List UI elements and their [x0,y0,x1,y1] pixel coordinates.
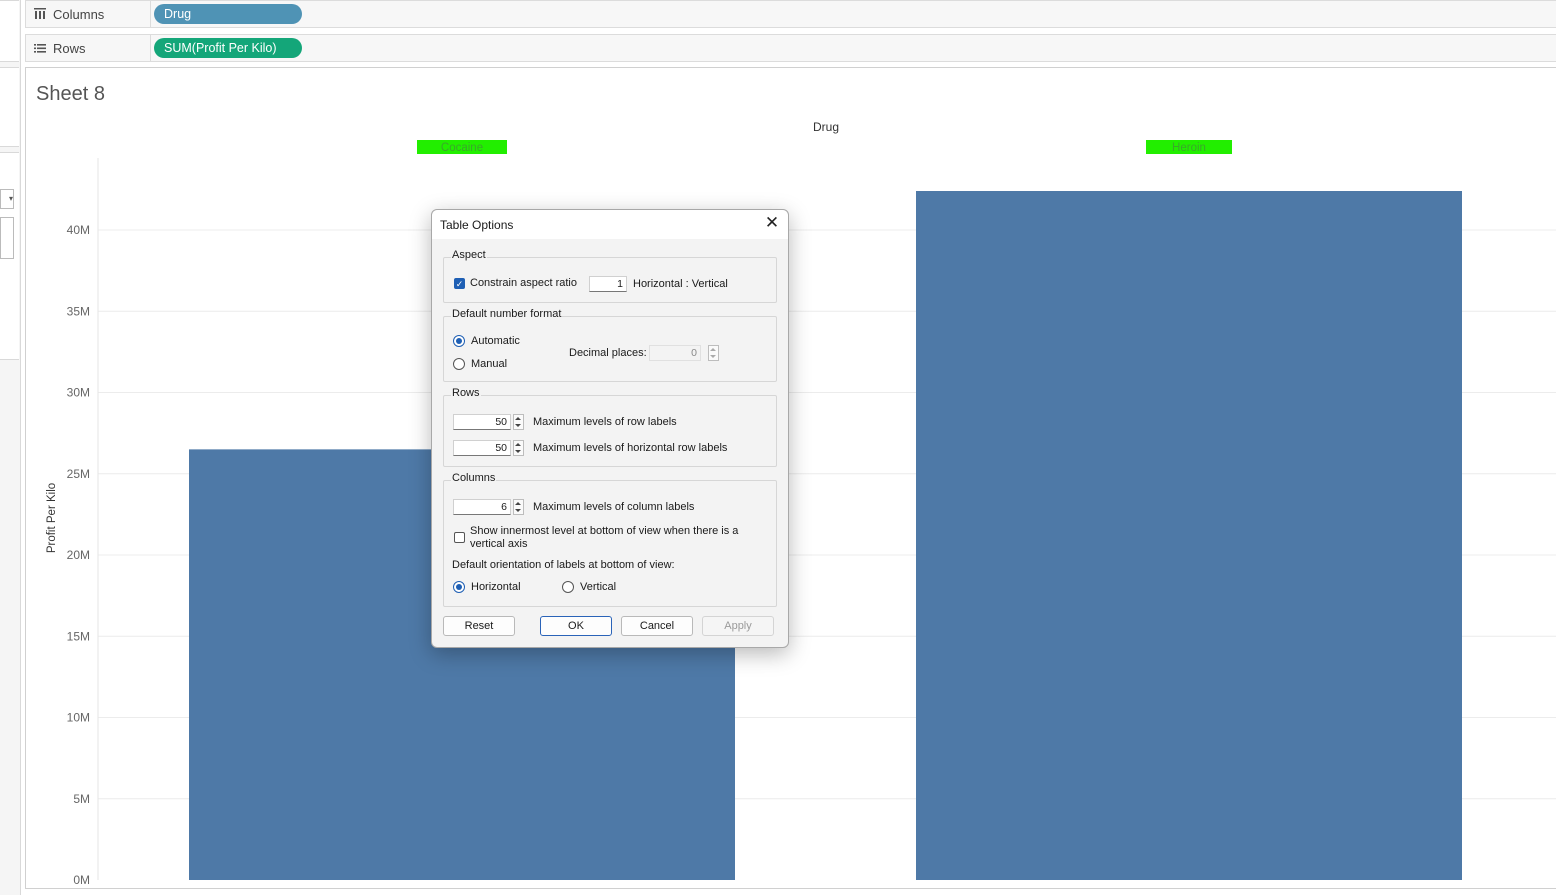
horizontal-row-labels-label: Maximum levels of horizontal row labels [533,442,728,454]
dialog-title: Table Options [440,218,514,232]
horizontal-radio[interactable] [453,581,465,593]
cancel-button[interactable]: Cancel [621,616,693,636]
vertical-radio[interactable] [562,581,574,593]
row-labels-label: Maximum levels of row labels [533,416,677,428]
aspect-group-title: Aspect [451,249,487,261]
rows-group: Rows 50 Maximum levels of row labels 50 … [443,387,777,467]
y-tick-label: 20M [67,548,90,562]
decimal-places-label: Decimal places: [569,347,647,359]
column-labels-spinner[interactable] [513,499,524,515]
manual-label: Manual [471,358,508,370]
reset-button[interactable]: Reset [443,616,515,636]
y-tick-label: 5M [73,792,90,806]
aspect-ratio-input[interactable]: 1 [589,276,627,292]
apply-button[interactable]: Apply [702,616,774,636]
aspect-ratio-label: Horizontal : Vertical [633,278,728,290]
y-tick-label: 0M [73,873,90,887]
show-innermost-label-line1: Show innermost level at bottom of view w… [470,525,739,537]
row-labels-input[interactable]: 50 [453,414,511,430]
aspect-group: Aspect ✓ Constrain aspect ratio 1 Horizo… [443,249,777,303]
column-labels-input[interactable]: 6 [453,499,511,515]
number-format-group: Default number format Automatic Manual D… [443,308,777,382]
vertical-label: Vertical [580,581,617,593]
manual-radio[interactable] [453,358,465,370]
y-tick-label: 15M [67,629,90,643]
show-innermost-label-line2: vertical axis [470,538,528,550]
orientation-label: Default orientation of labels at bottom … [452,559,675,571]
column-header-title: Drug [813,120,839,134]
decimal-places-spinner[interactable] [708,345,719,361]
y-axis-label: Profit Per Kilo [46,483,58,553]
column-header-label[interactable]: Heroin [1172,142,1206,154]
columns-group-title: Columns [451,472,497,484]
automatic-label: Automatic [471,335,520,347]
constrain-aspect-checkbox[interactable]: ✓ [454,278,465,289]
close-icon[interactable]: ✕ [764,214,780,231]
decimal-places-input[interactable]: 0 [649,345,701,361]
rows-group-title: Rows [451,387,481,399]
table-options-dialog: Table Options ✕ Aspect ✓ Constrain aspec… [431,209,789,648]
row-labels-spinner[interactable] [513,414,524,430]
constrain-aspect-label: Constrain aspect ratio [470,277,577,289]
y-tick-label: 40M [67,223,90,237]
column-header-label[interactable]: Cocaine [441,142,483,154]
bar-heroin[interactable] [916,191,1462,880]
number-format-title: Default number format [451,308,563,320]
dialog-titlebar: Table Options ✕ [432,210,788,239]
ok-button[interactable]: OK [540,616,612,636]
y-tick-label: 25M [67,467,90,481]
automatic-radio[interactable] [453,335,465,347]
horizontal-row-labels-input[interactable]: 50 [453,440,511,456]
y-tick-label: 35M [67,304,90,318]
y-tick-label: 10M [67,711,90,725]
columns-group: Columns 6 Maximum levels of column label… [443,472,777,607]
horizontal-label: Horizontal [471,581,521,593]
y-tick-label: 30M [67,386,90,400]
show-innermost-checkbox[interactable] [454,532,465,543]
column-labels-label: Maximum levels of column labels [533,501,695,513]
horizontal-row-labels-spinner[interactable] [513,440,524,456]
